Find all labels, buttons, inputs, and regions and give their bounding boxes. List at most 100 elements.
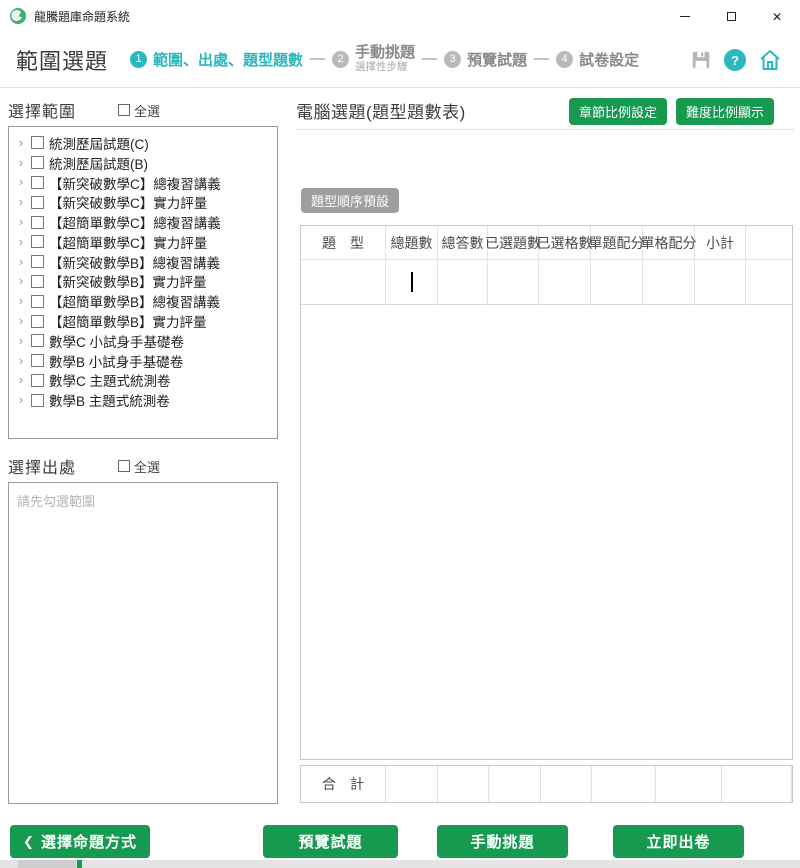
text-caret [411, 272, 413, 292]
range-tree-item[interactable]: 數學C 小試身手基礎卷 [15, 331, 273, 351]
back-button-label: 選擇命題方式 [41, 831, 137, 852]
back-to-method-button[interactable]: 選擇命題方式 [10, 825, 150, 858]
chevron-right-icon[interactable] [15, 216, 27, 228]
chevron-right-icon[interactable] [15, 295, 27, 307]
left-panel: 選擇範圍 全選 統測歷屆試題(C) 統測歷屆試題(B) [8, 98, 278, 804]
cell-score-per-question[interactable] [591, 260, 643, 305]
save-icon[interactable] [690, 49, 712, 71]
question-type-order-badge[interactable]: 題型順序預設 [301, 188, 399, 213]
step-3-label: 預覽試題 [467, 49, 527, 70]
tree-item-label: 【新突破數學B】實力評量 [49, 271, 207, 291]
tree-item-checkbox[interactable] [31, 295, 44, 308]
step-2-subtitle: 選擇性步驟 [355, 62, 415, 74]
range-tree-item[interactable]: 數學B 小試身手基礎卷 [15, 351, 273, 371]
step-2-manual-pick[interactable]: 2 手動挑題 選擇性步驟 [332, 45, 415, 73]
total-cell [592, 766, 656, 802]
step-4-paper-settings[interactable]: 4 試卷設定 [556, 49, 639, 70]
range-tree-item[interactable]: 【超簡單數學B】總複習講義 [15, 291, 273, 311]
total-label: 合 計 [301, 766, 386, 802]
chevron-right-icon[interactable] [15, 137, 27, 149]
source-section-header: 選擇出處 全選 [8, 454, 278, 478]
tree-item-checkbox[interactable] [31, 235, 44, 248]
generate-paper-button[interactable]: 立即出卷 [613, 825, 744, 858]
range-tree-item[interactable]: 統測歷屆試題(B) [15, 153, 273, 173]
source-select-all-checkbox[interactable] [118, 460, 130, 472]
source-section-title: 選擇出處 [8, 454, 76, 478]
tree-item-checkbox[interactable] [31, 374, 44, 387]
difficulty-ratio-button[interactable]: 難度比例顯示 [676, 98, 774, 125]
tree-item-checkbox[interactable] [31, 216, 44, 229]
tree-item-checkbox[interactable] [31, 354, 44, 367]
window-controls [662, 0, 800, 32]
cell-question-type[interactable] [301, 260, 386, 305]
home-icon[interactable] [758, 48, 782, 72]
chevron-right-icon[interactable] [15, 394, 27, 406]
range-tree-item[interactable]: 【新突破數學C】總複習講義 [15, 173, 273, 193]
range-tree-item[interactable]: 【新突破數學B】總複習講義 [15, 252, 273, 272]
source-list-box: 請先勾選範圍 [8, 482, 278, 804]
tree-item-label: 【超簡單數學C】總複習講義 [49, 212, 221, 232]
range-select-all-checkbox[interactable] [118, 104, 130, 116]
chevron-right-icon[interactable] [15, 335, 27, 347]
close-icon [772, 9, 782, 24]
tree-item-checkbox[interactable] [31, 315, 44, 328]
chevron-right-icon[interactable] [15, 176, 27, 188]
preview-questions-button[interactable]: 預覽試題 [263, 825, 398, 858]
tree-item-checkbox[interactable] [31, 255, 44, 268]
range-tree-item[interactable]: 【超簡單數學C】總複習講義 [15, 212, 273, 232]
table-data-row [301, 260, 792, 305]
tree-item-checkbox[interactable] [31, 334, 44, 347]
range-tree-item[interactable]: 【超簡單數學B】實力評量 [15, 311, 273, 331]
tree-item-label: 統測歷屆試題(C) [49, 133, 149, 153]
close-button[interactable] [754, 0, 800, 32]
tree-item-checkbox[interactable] [31, 156, 44, 169]
tree-item-checkbox[interactable] [31, 176, 44, 189]
chevron-right-icon[interactable] [15, 355, 27, 367]
step-3-preview[interactable]: 3 預覽試題 [444, 49, 527, 70]
column-header: 單題配分 [591, 226, 643, 260]
step-1-range[interactable]: 1 範圍、出處、題型題數 [130, 49, 303, 70]
range-tree-item[interactable]: 【新突破數學C】實力評量 [15, 192, 273, 212]
chapter-ratio-button[interactable]: 章節比例設定 [569, 98, 667, 125]
range-tree-item[interactable]: 統測歷屆試題(C) [15, 133, 273, 153]
chevron-right-icon[interactable] [15, 196, 27, 208]
tree-item-label: 【超簡單數學C】實力評量 [49, 232, 207, 252]
app-logo-icon [10, 8, 26, 24]
cell-score-per-blank[interactable] [643, 260, 695, 305]
chevron-right-icon[interactable] [15, 236, 27, 248]
cell-selected-blanks[interactable] [539, 260, 591, 305]
help-icon[interactable] [724, 49, 746, 71]
manual-pick-button[interactable]: 手動挑題 [437, 825, 568, 858]
chevron-right-icon[interactable] [15, 275, 27, 287]
cell-subtotal[interactable] [695, 260, 746, 305]
column-header: 總題數 [386, 226, 438, 260]
range-section-title: 選擇範圍 [8, 98, 76, 122]
range-tree-item[interactable]: 數學B 主題式統測卷 [15, 390, 273, 410]
tree-item-checkbox[interactable] [31, 394, 44, 407]
minimize-icon [680, 16, 690, 17]
maximize-button[interactable] [708, 0, 754, 32]
chevron-right-icon[interactable] [15, 315, 27, 327]
range-tree-item[interactable]: 【新突破數學B】實力評量 [15, 272, 273, 292]
tree-item-label: 數學B 小試身手基礎卷 [49, 351, 183, 371]
range-tree-item[interactable]: 數學C 主題式統測卷 [15, 371, 273, 391]
chevron-right-icon[interactable] [15, 256, 27, 268]
cell-total-answers[interactable] [438, 260, 488, 305]
chevron-right-icon[interactable] [15, 374, 27, 386]
cell-total-questions[interactable] [386, 260, 438, 305]
range-select-all[interactable]: 全選 [118, 101, 160, 120]
tree-item-checkbox[interactable] [31, 196, 44, 209]
tree-item-checkbox[interactable] [31, 275, 44, 288]
cell-selected-questions[interactable] [488, 260, 539, 305]
tree-item-checkbox[interactable] [31, 136, 44, 149]
source-select-all[interactable]: 全選 [118, 457, 160, 476]
tree-item-label: 【新突破數學C】實力評量 [49, 192, 207, 212]
page-header: 範圍選題 1 範圍、出處、題型題數 2 手動挑題 選擇性步驟 3 預覽試題 4 [0, 32, 800, 88]
minimize-button[interactable] [662, 0, 708, 32]
range-tree-item[interactable]: 【超簡單數學C】實力評量 [15, 232, 273, 252]
total-cell [541, 766, 592, 802]
chevron-right-icon[interactable] [15, 157, 27, 169]
tree-item-label: 統測歷屆試題(B) [49, 153, 148, 173]
step-connector [534, 58, 549, 60]
titlebar: 龍騰題庫命題系統 [0, 0, 800, 32]
